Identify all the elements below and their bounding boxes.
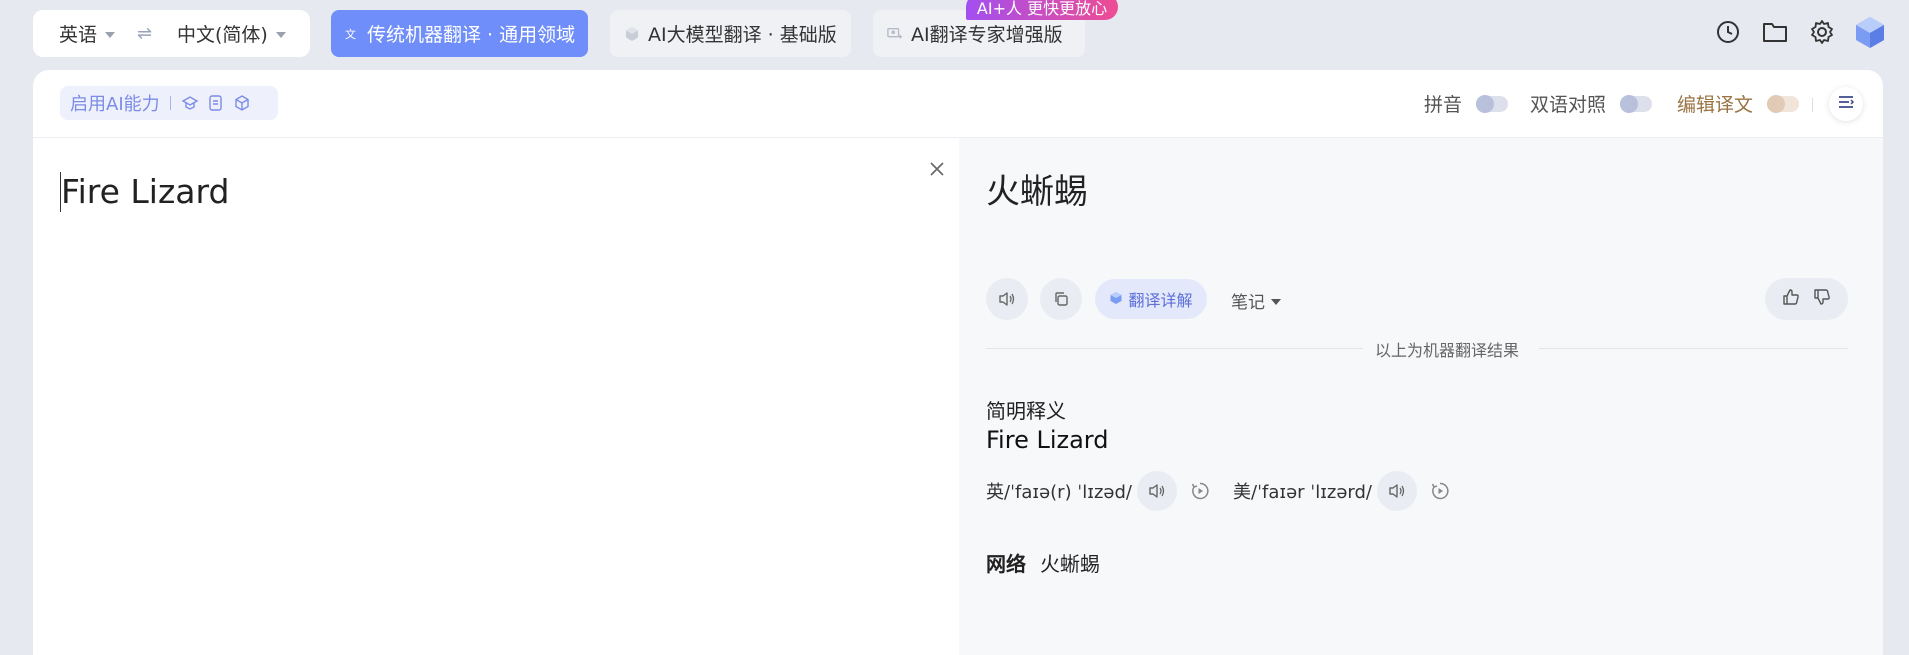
document-icon [207, 94, 225, 112]
network-definition-row: 网络 火蜥蜴 [986, 548, 1100, 577]
list-collapse-icon [1837, 94, 1855, 114]
clear-icon[interactable] [926, 158, 948, 180]
mode-ai-model-button[interactable]: AI大模型翻译 · 基础版 [610, 10, 851, 57]
mode-traditional-label: 传统机器翻译 · 通用领域 [367, 24, 576, 46]
enable-ai-ability-button[interactable]: 启用AI能力 [60, 86, 278, 120]
translation-detail-label: 翻译详解 [1128, 291, 1193, 310]
thumbs-up-icon[interactable] [1782, 288, 1800, 310]
brief-definition-word: Fire Lizard [986, 426, 1109, 454]
svg-text:文: 文 [345, 27, 356, 41]
result-pane: 火蜥蜴 翻译详解 笔记 以上为机器翻译结果 简明释义 Fire Lizard 英… [959, 138, 1883, 655]
feedback-group [1765, 278, 1848, 320]
edit-translation-toggle[interactable] [1767, 94, 1800, 113]
speaker-icon[interactable] [986, 278, 1028, 320]
cube-outline-icon [233, 94, 251, 112]
divider-left [986, 348, 1363, 349]
us-replay-icon[interactable] [1429, 480, 1451, 502]
bilingual-toggle-group: 双语对照 [1530, 90, 1653, 117]
top-bar: 英语 ⇌ 中文(简体) 文 传统机器翻译 · 通用领域 AI大模型翻译 · 基础… [0, 0, 1909, 70]
network-value: 火蜥蜴 [1040, 552, 1100, 576]
uk-pronunciation: 英/ˈfaɪə(r) ˈlɪzəd/ [986, 471, 1211, 511]
target-language-dropdown[interactable]: 中文(简体) [177, 20, 286, 47]
translation-card: 启用AI能力 拼音 双语对照 编辑译文 Fire Lizard 火蜥蜴 翻译详解… [33, 70, 1883, 655]
chevron-down-icon [105, 31, 116, 38]
uk-replay-icon[interactable] [1189, 480, 1211, 502]
bilingual-toggle[interactable] [1620, 94, 1653, 113]
thumbs-down-icon[interactable] [1813, 288, 1831, 310]
divider-right [1539, 348, 1848, 349]
card-toolbar: 启用AI能力 拼音 双语对照 编辑译文 [33, 70, 1883, 138]
target-language-label: 中文(简体) [177, 24, 268, 46]
pinyin-label: 拼音 [1424, 94, 1463, 116]
folder-icon[interactable] [1760, 17, 1790, 47]
separator [169, 96, 171, 110]
ai-ability-label: 启用AI能力 [70, 94, 160, 115]
cube-icon [1109, 290, 1123, 309]
expert-icon [887, 26, 903, 42]
source-language-dropdown[interactable]: 英语 [59, 20, 116, 47]
mode-ai-expert-label: AI翻译专家增强版 [911, 24, 1063, 46]
us-speaker-icon[interactable] [1377, 471, 1417, 511]
source-pane: Fire Lizard [33, 138, 959, 655]
machine-translation-note: 以上为机器翻译结果 [1375, 341, 1520, 360]
translate-icon: 文 [345, 26, 359, 42]
translation-detail-button[interactable]: 翻译详解 [1095, 279, 1207, 319]
edit-translation-toggle-group: 编辑译文 [1677, 90, 1800, 117]
language-selector: 英语 ⇌ 中文(简体) [33, 10, 310, 57]
uk-phonetic: 英/ˈfaɪə(r) ˈlɪzəd/ [986, 482, 1132, 503]
network-label: 网络 [986, 552, 1026, 576]
notes-label: 笔记 [1231, 293, 1265, 313]
layout-toggle-button[interactable] [1829, 87, 1863, 121]
swap-languages-icon[interactable]: ⇌ [137, 23, 152, 44]
mode-traditional-mt-button[interactable]: 文 传统机器翻译 · 通用领域 [331, 10, 588, 57]
bilingual-label: 双语对照 [1530, 94, 1607, 116]
source-text-input[interactable]: Fire Lizard [60, 172, 229, 212]
chevron-down-icon [1271, 298, 1281, 305]
pinyin-toggle[interactable] [1476, 94, 1509, 113]
user-avatar-cube-icon[interactable] [1852, 14, 1888, 50]
us-pronunciation: 美/ˈfaɪər ˈlɪzərd/ [1233, 471, 1451, 511]
grad-cap-icon [181, 94, 199, 112]
chevron-down-icon [275, 31, 286, 38]
mode-ai-model-label: AI大模型翻译 · 基础版 [648, 24, 837, 46]
uk-speaker-icon[interactable] [1136, 471, 1177, 511]
ai-human-badge: AI+人 更快更放心 [966, 0, 1118, 20]
translation-text: 火蜥蜴 [986, 172, 1088, 212]
toolbar-divider [1812, 98, 1813, 112]
copy-icon[interactable] [1040, 278, 1082, 320]
edit-translation-label: 编辑译文 [1677, 94, 1754, 116]
source-language-label: 英语 [59, 24, 98, 46]
brief-definition-title: 简明释义 [986, 399, 1066, 423]
us-phonetic: 美/ˈfaɪər ˈlɪzərd/ [1233, 482, 1372, 503]
cube-icon [624, 26, 640, 42]
notes-dropdown[interactable]: 笔记 [1231, 288, 1281, 313]
pinyin-toggle-group: 拼音 [1424, 90, 1509, 117]
history-icon[interactable] [1713, 17, 1743, 47]
settings-gear-icon[interactable] [1807, 17, 1837, 47]
